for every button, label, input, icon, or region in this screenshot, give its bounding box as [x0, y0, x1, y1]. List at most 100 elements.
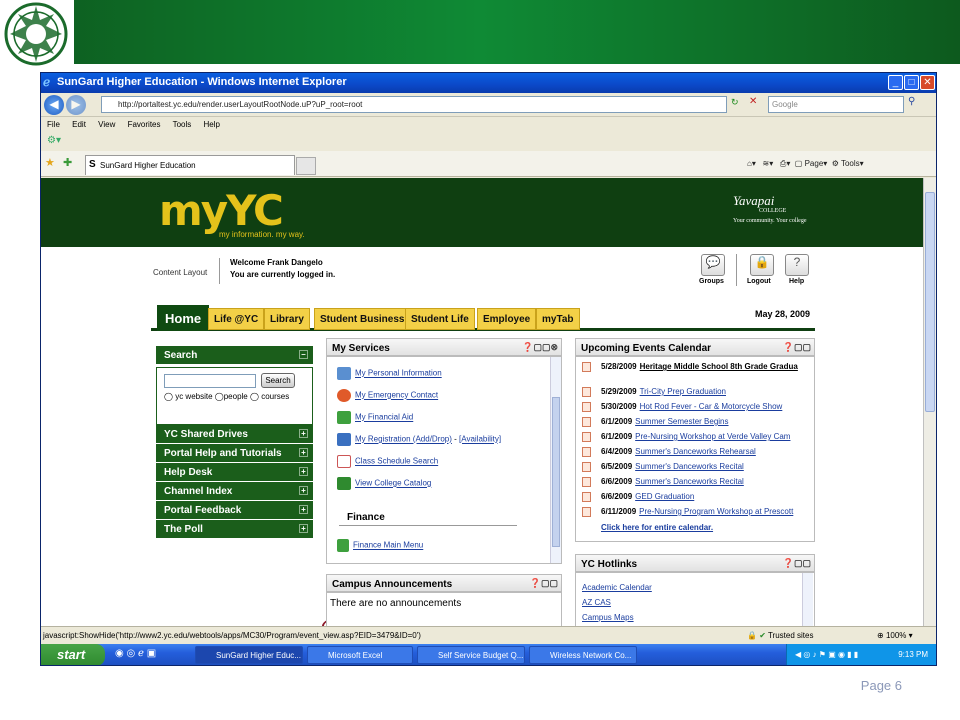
service-link[interactable]: My Registration (Add/Drop) — [355, 435, 452, 444]
event-link[interactable]: Summer's Danceworks Recital — [635, 462, 744, 471]
expand-icon[interactable]: + — [299, 448, 308, 457]
portlet-controls-icon[interactable]: ❓▢▢⊗ — [522, 342, 558, 353]
hotlinks-scrollbar[interactable] — [802, 573, 813, 626]
minimize-icon[interactable]: – — [299, 350, 308, 359]
close-button[interactable]: ✕ — [920, 75, 935, 90]
stop-icon[interactable]: ✕ — [749, 96, 757, 107]
event-row[interactable]: 6/6/2009 Summer's Danceworks Recital — [582, 477, 812, 487]
channel-portal-help[interactable]: Portal Help and Tutorials + — [156, 444, 313, 463]
tab-sungard[interactable]: S SunGard Higher Education — [85, 155, 295, 175]
event-link[interactable]: Summer's Danceworks Recital — [635, 477, 744, 486]
zoom-control[interactable]: ⊕ 100% ▾ — [877, 631, 913, 640]
page-scroll-thumb[interactable] — [925, 192, 935, 412]
expand-icon[interactable]: + — [299, 524, 308, 533]
event-row[interactable]: 6/6/2009 GED Graduation — [582, 492, 812, 502]
tab-student-business[interactable]: Student Business — [314, 308, 411, 330]
service-link[interactable]: My Personal Information — [355, 369, 442, 378]
tray-icons[interactable]: ◀ ◎ ♪ ⚑ ▣ ◉ ▮ ▮ — [795, 650, 858, 659]
event-row[interactable]: 6/1/2009 Summer Semester Begins — [582, 417, 812, 427]
hotlink-link[interactable]: Campus Maps — [582, 613, 634, 622]
tab-employee[interactable]: Employee — [477, 308, 537, 330]
finance-main-menu-link[interactable]: Finance Main Menu — [353, 541, 423, 550]
hotlink-link[interactable]: AZ CAS — [582, 598, 611, 607]
toolbar-addon-icon[interactable]: ⚙▾ — [47, 135, 61, 146]
event-link[interactable]: Pre-Nursing Program Workshop at Prescott — [639, 507, 793, 516]
tab-student-life[interactable]: Student Life — [405, 308, 475, 330]
hotlink-item[interactable]: Campus Maps — [582, 613, 634, 622]
event-row[interactable]: 6/1/2009 Pre-Nursing Workshop at Verde Va… — [582, 432, 812, 442]
radio-yc-website[interactable]: ◯ yc website — [164, 392, 213, 401]
address-bar[interactable]: http://portaltest.yc.edu/render.userLayo… — [101, 96, 727, 113]
maximize-button[interactable]: □ — [904, 75, 919, 90]
back-button[interactable]: ◀ — [44, 95, 64, 115]
entire-calendar-link[interactable]: Click here for entire calendar. — [601, 523, 713, 532]
hotlink-link[interactable]: Academic Calendar — [582, 583, 652, 592]
groups-label[interactable]: Groups — [699, 278, 724, 285]
expand-icon[interactable]: + — [299, 429, 308, 438]
forward-button[interactable]: ▶ — [66, 95, 86, 115]
new-tab-button[interactable] — [296, 157, 316, 175]
menu-tools[interactable]: Tools — [173, 120, 192, 129]
task-wireless[interactable]: Wireless Network Co... — [529, 646, 637, 664]
event-row[interactable]: 6/11/2009 Pre-Nursing Program Workshop at… — [582, 507, 812, 517]
menu-file[interactable]: File — [47, 120, 60, 129]
service-emergency-contact[interactable]: My Emergency Contact — [337, 389, 438, 402]
availability-link[interactable]: [Availability] — [459, 435, 501, 444]
portal-search-button[interactable]: Search — [261, 373, 295, 388]
service-link[interactable]: My Emergency Contact — [355, 391, 438, 400]
task-sungard[interactable]: SunGard Higher Educ... — [195, 646, 303, 664]
hotlink-item[interactable]: Academic Calendar — [582, 583, 652, 592]
my-services-scrollbar[interactable] — [550, 357, 561, 563]
tab-life-yc[interactable]: Life @YC — [208, 308, 265, 330]
event-row[interactable]: 5/28/2009 Heritage Middle School 8th Grad… — [582, 362, 812, 372]
menu-edit[interactable]: Edit — [72, 120, 86, 129]
service-financial-aid[interactable]: My Financial Aid — [337, 411, 413, 424]
logout-icon[interactable]: 🔒 — [750, 254, 774, 276]
event-link[interactable]: Heritage Middle School 8th Grade Gradua — [640, 362, 798, 371]
event-link[interactable]: Hot Rod Fever - Car & Motorcycle Show — [640, 402, 783, 411]
expand-icon[interactable]: + — [299, 467, 308, 476]
groups-icon[interactable]: 💬 — [701, 254, 725, 276]
channel-portal-feedback[interactable]: Portal Feedback + — [156, 501, 313, 520]
add-favorite-icon[interactable]: ✚ — [63, 156, 72, 169]
print-icon[interactable]: ⎙▾ — [780, 159, 790, 168]
service-link[interactable]: View College Catalog — [355, 479, 431, 488]
portlet-controls-icon[interactable]: ❓▢▢ — [783, 558, 811, 569]
portlet-controls-icon[interactable]: ❓▢▢ — [530, 578, 558, 589]
menu-favorites[interactable]: Favorites — [128, 120, 161, 129]
event-row[interactable]: 6/5/2009 Summer's Danceworks Recital — [582, 462, 812, 472]
channel-yc-shared-drives[interactable]: YC Shared Drives + — [156, 425, 313, 444]
radio-courses[interactable]: ◯ courses — [250, 392, 289, 401]
service-college-catalog[interactable]: View College Catalog — [337, 477, 431, 490]
hotlink-item[interactable]: AZ CAS — [582, 598, 611, 607]
content-layout-link[interactable]: Content Layout — [153, 268, 207, 277]
tab-library[interactable]: Library — [264, 308, 310, 330]
quick-launch-icons[interactable]: ◉ ◎ ℯ ▣ — [115, 648, 156, 659]
help-icon[interactable]: ? — [785, 254, 809, 276]
portal-search-input[interactable] — [164, 374, 256, 388]
search-channel-header[interactable]: Search – — [156, 346, 313, 365]
start-button[interactable]: start — [41, 644, 105, 665]
expand-icon[interactable]: + — [299, 505, 308, 514]
channel-the-poll[interactable]: The Poll + — [156, 520, 313, 539]
scroll-thumb[interactable] — [552, 397, 560, 547]
search-go-icon[interactable]: ⚲ — [908, 96, 915, 107]
event-row[interactable]: 5/30/2009 Hot Rod Fever - Car & Motorcycl… — [582, 402, 812, 412]
refresh-icon[interactable]: ↻ — [731, 97, 739, 108]
service-registration[interactable]: My Registration (Add/Drop) - [Availabili… — [337, 433, 501, 446]
event-link[interactable]: GED Graduation — [635, 492, 694, 501]
favorites-star-icon[interactable]: ★ — [45, 156, 55, 169]
service-class-schedule[interactable]: Class Schedule Search — [337, 455, 438, 468]
service-finance-main-menu[interactable]: Finance Main Menu — [337, 539, 423, 552]
tools-menu[interactable]: ⚙ Tools▾ — [832, 159, 864, 168]
page-scrollbar[interactable] — [923, 178, 936, 626]
event-link[interactable]: Pre-Nursing Workshop at Verde Valley Cam — [635, 432, 790, 441]
portlet-controls-icon[interactable]: ❓▢▢ — [783, 342, 811, 353]
search-input[interactable]: Google — [768, 96, 904, 113]
radio-people[interactable]: ◯people — [215, 392, 248, 401]
task-budget[interactable]: Self Service Budget Q... — [417, 646, 525, 664]
event-row[interactable]: 5/29/2009 Tri-City Prep Graduation — [582, 387, 812, 397]
feeds-icon[interactable]: ≋▾ — [763, 159, 774, 168]
event-row[interactable]: 6/4/2009 Summer's Danceworks Rehearsal — [582, 447, 812, 457]
expand-icon[interactable]: + — [299, 486, 308, 495]
